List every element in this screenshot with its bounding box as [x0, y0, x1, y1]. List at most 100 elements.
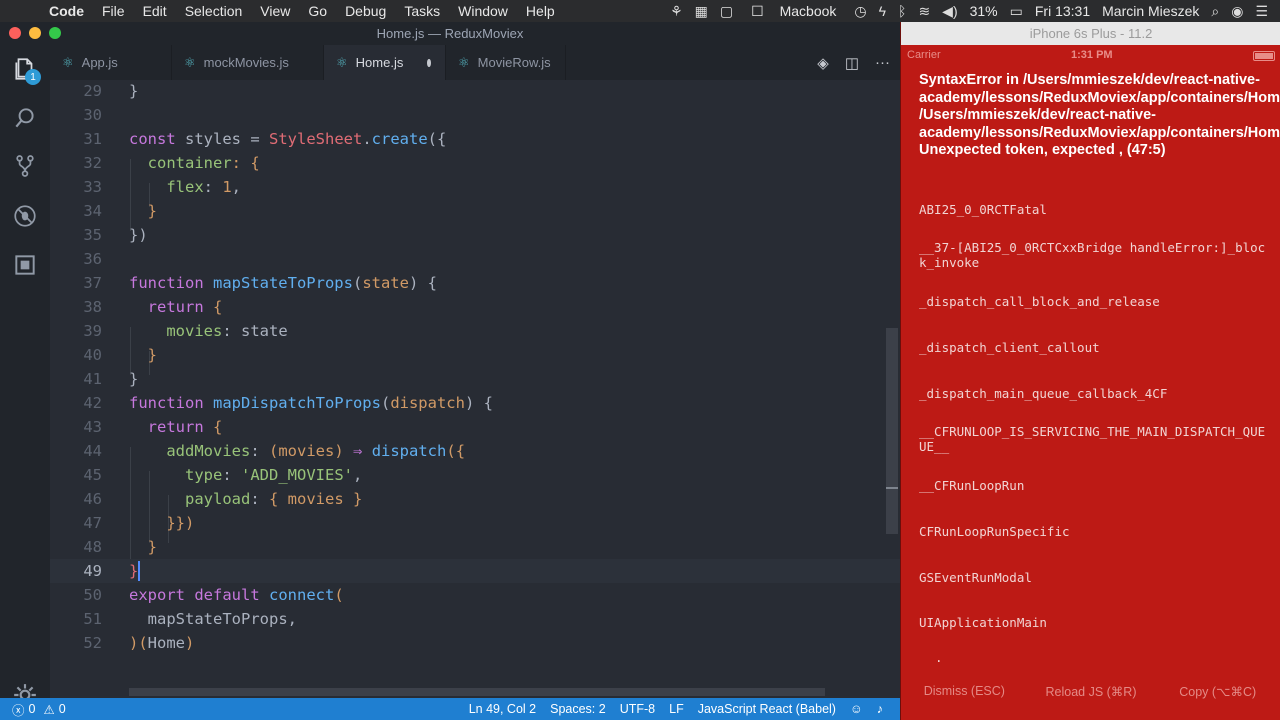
menu-selection[interactable]: Selection	[176, 3, 252, 19]
stack-frame[interactable]: __CFRunLoopRun	[919, 478, 1269, 493]
menu-edit[interactable]: Edit	[134, 3, 176, 19]
split-editor-icon[interactable]: ◫	[845, 54, 859, 72]
redbox-footer: Dismiss (ESC) Reload JS (⌘R) Copy (⌥⌘C)	[901, 684, 1280, 704]
tab-movie-row-js[interactable]: ⚛ MovieRow.js	[446, 45, 566, 80]
iphone-simulator-window: iPhone 6s Plus - 11.2 Carrier 1:31 PM Sy…	[900, 22, 1280, 720]
macos-menu-bar: Code File Edit Selection View Go Debug T…	[0, 0, 1280, 22]
stack-frame[interactable]: __CFRUNLOOP_IS_SERVICING_THE_MAIN_DISPAT…	[919, 424, 1269, 454]
close-window-button[interactable]	[9, 27, 21, 39]
code-line: 37 function mapStateToProps(state) {	[83, 274, 437, 292]
tab-label: mockMovies.js	[203, 55, 289, 70]
menu-debug[interactable]: Debug	[336, 3, 395, 19]
end-of-line[interactable]: LF	[662, 702, 691, 716]
user-name[interactable]: Marcin Mieszek	[1096, 3, 1205, 19]
code-line: 51 mapStateToProps,	[83, 610, 297, 628]
code-line: 43 return {	[83, 418, 223, 436]
search-view-button[interactable]	[0, 94, 50, 142]
problems-indicator[interactable]: ⓧ 0 ⚠ 0	[0, 700, 66, 719]
unsaved-dot-icon[interactable]	[427, 58, 431, 67]
tab-app-js[interactable]: ⚛ App.js	[50, 45, 172, 80]
code-line: 30	[83, 106, 102, 124]
react-icon: ⚛	[336, 54, 348, 70]
feedback-smiley-icon[interactable]: ☺	[843, 702, 870, 716]
power-icon[interactable]: ϟ	[873, 3, 892, 19]
scrollbar-cursor-marker	[886, 487, 898, 489]
tab-label: Home.js	[355, 55, 404, 70]
menu-tasks[interactable]: Tasks	[395, 3, 449, 19]
dismiss-button[interactable]: Dismiss (ESC)	[901, 684, 1028, 704]
git-branch-icon	[16, 155, 34, 177]
bluetooth-icon[interactable]: ᛒ	[892, 3, 912, 19]
stack-frame[interactable]: ABI25_0_0RCTFatal	[919, 202, 1269, 217]
traffic-lights	[9, 27, 61, 39]
butterfly-icon[interactable]: ⚘	[664, 3, 689, 20]
menu-go[interactable]: Go	[299, 3, 336, 19]
copy-button[interactable]: Copy (⌥⌘C)	[1154, 684, 1280, 704]
code-line: 47 }})	[83, 514, 195, 532]
notifications-bell-icon[interactable]: ♪	[870, 702, 890, 716]
siri-icon[interactable]: ◉	[1225, 3, 1249, 20]
code-line: 35})	[83, 226, 148, 244]
menu-file[interactable]: File	[93, 3, 134, 19]
stack-frame[interactable]: _dispatch_call_block_and_release	[919, 294, 1269, 309]
stack-frame[interactable]: CFRunLoopRunSpecific	[919, 524, 1269, 539]
source-control-button[interactable]	[0, 142, 50, 190]
menu-window[interactable]: Window	[449, 3, 517, 19]
code-line: 32 container: {	[83, 154, 260, 172]
vscode-window: Home.js — ReduxMoviex 1 ⚛ App.js ⚛ mockM…	[0, 22, 900, 720]
reload-js-button[interactable]: Reload JS (⌘R)	[1028, 684, 1155, 704]
stack-frame[interactable]: _dispatch_main_queue_callback_4CF	[919, 386, 1269, 401]
stack-frame[interactable]: _dispatch_client_callout	[919, 340, 1269, 355]
stack-frame[interactable]: UIApplicationMain	[919, 615, 1269, 630]
explorer-button[interactable]: 1	[0, 45, 50, 93]
carrier-label: Carrier	[907, 49, 941, 61]
react-icon: ⚛	[458, 54, 470, 70]
stack-frame[interactable]: GSEventRunModal	[919, 570, 1269, 585]
notification-center-icon[interactable]: ☰	[1249, 3, 1274, 20]
volume-icon[interactable]: ◀)	[936, 3, 963, 20]
react-icon: ⚛	[62, 54, 74, 70]
menu-view[interactable]: View	[251, 3, 299, 19]
activity-bar: 1	[0, 45, 50, 706]
grid-icon[interactable]: ▦	[689, 3, 714, 20]
code-line: 41}	[83, 370, 139, 388]
indentation[interactable]: Spaces: 2	[543, 702, 613, 716]
zoom-window-button[interactable]	[49, 27, 61, 39]
open-changes-icon[interactable]: ◈	[817, 54, 829, 72]
stack-frame[interactable]: .	[935, 650, 975, 665]
menu-help[interactable]: Help	[517, 3, 564, 19]
profile-label: Macbook	[779, 2, 837, 19]
debug-button[interactable]	[0, 192, 50, 240]
battery-percent[interactable]: 31%	[964, 3, 1004, 19]
stack-frame[interactable]: __37-[ABI25_0_0RCTCxxBridge handleError:…	[919, 240, 1269, 270]
spotlight-search-icon[interactable]: ⌕	[1205, 3, 1225, 20]
code-editor[interactable]: 29} 30 31 const styles = StyleSheet.creat…	[50, 80, 900, 698]
code-line: 31 const styles = StyleSheet.create({	[83, 130, 447, 148]
more-actions-icon[interactable]: ···	[875, 54, 890, 71]
wifi-icon[interactable]: ≋	[912, 3, 936, 20]
screen-icon[interactable]: ▢	[714, 3, 739, 20]
scrollbar-thumb[interactable]	[886, 328, 898, 534]
explorer-badge: 1	[25, 69, 41, 85]
ios-battery-icon	[1253, 51, 1275, 61]
code-line: 38 return {	[83, 298, 223, 316]
profile-menu[interactable]: ☐ Macbook	[739, 3, 848, 20]
battery-icon[interactable]: ▭	[1004, 3, 1029, 20]
file-encoding[interactable]: UTF-8	[613, 702, 662, 716]
error-icon: ⓧ	[12, 703, 25, 718]
search-icon	[15, 108, 34, 128]
time-machine-icon[interactable]: ◷	[848, 3, 872, 20]
cursor-position[interactable]: Ln 49, Col 2	[462, 702, 543, 716]
clock[interactable]: Fri 13:31	[1029, 3, 1096, 19]
tab-home-js[interactable]: ⚛ Home.js	[324, 45, 446, 80]
code-line: 52)(Home)	[83, 634, 195, 652]
language-mode[interactable]: JavaScript React (Babel)	[691, 702, 843, 716]
menu-app-code[interactable]: Code	[40, 3, 93, 19]
code-line: 33 flex: 1,	[83, 178, 242, 196]
vertical-scrollbar[interactable]	[886, 80, 900, 698]
tab-mock-movies-js[interactable]: ⚛ mockMovies.js	[172, 45, 324, 80]
extensions-button[interactable]	[0, 241, 50, 289]
horizontal-scrollbar[interactable]	[129, 688, 825, 696]
tab-actions: ◈ ◫ ···	[817, 45, 890, 80]
minimize-window-button[interactable]	[29, 27, 41, 39]
